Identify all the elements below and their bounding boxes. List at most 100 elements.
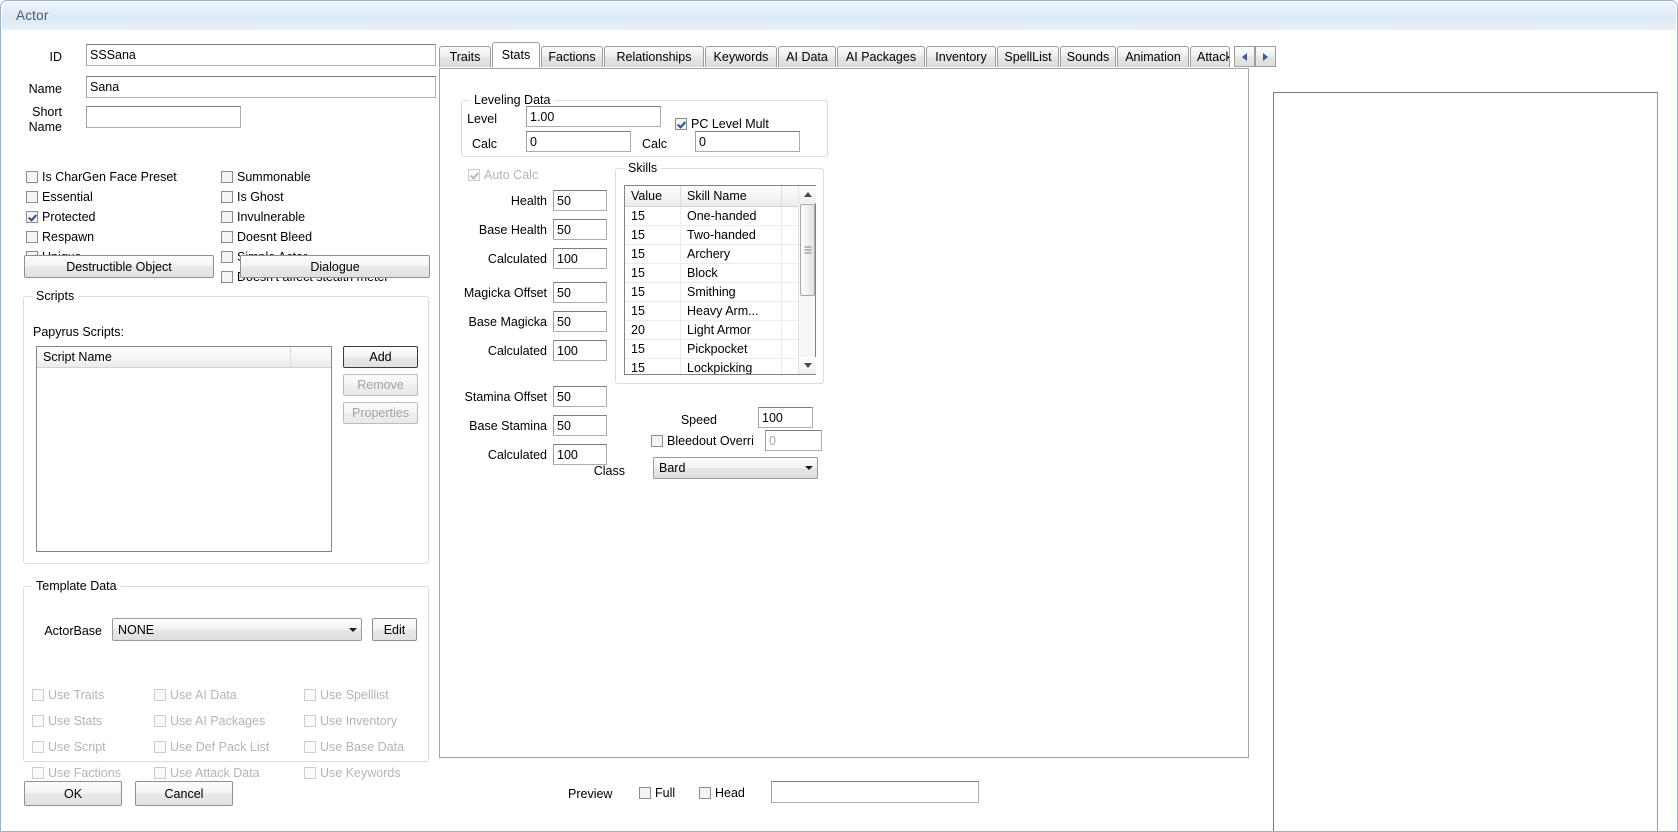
pc-level-mult-checkbox[interactable]: PC Level Mult [675,117,769,131]
skills-row[interactable]: 15 Archery [625,245,815,264]
template-use-spelllist-label: Use Spelllist [320,688,389,702]
tab-ai-packages[interactable]: AI Packages [837,46,925,67]
flag-invulnerable[interactable]: Invulnerable [221,210,305,224]
skills-row[interactable]: 15 One-handed [625,207,815,226]
preview-head-checkbox[interactable]: Head [699,786,745,800]
skills-list[interactable]: Value Skill Name 15 One-handed 15 Two-hande… [624,185,816,375]
flag-is-chargen-face-preset[interactable]: Is CharGen Face Preset [26,170,177,184]
flag-protected[interactable]: Protected [26,210,96,224]
skills-row[interactable]: 15 Lockpicking [625,359,815,374]
scroll-up-arrow-icon[interactable] [799,186,816,203]
preview-label: Preview [568,787,613,801]
flag-is-ghost[interactable]: Is Ghost [221,190,284,204]
tab-factions[interactable]: Factions [541,46,603,67]
preview-full-checkbox[interactable]: Full [639,786,675,800]
tab-attack-data[interactable]: Attack Data [1190,46,1230,67]
flag-summonable[interactable]: Summonable [221,170,311,184]
skills-column-skill-name: Skill Name [681,186,782,206]
tab-scroll-right-button[interactable] [1255,46,1276,67]
checkbox-box [221,231,233,243]
template-use-inventory: Use Inventory [304,714,397,728]
short-name-input[interactable] [86,106,241,128]
preview-name-input[interactable] [771,781,979,803]
flag-essential[interactable]: Essential [26,190,93,204]
tab-keywords[interactable]: Keywords [705,46,777,67]
template-use-spelllist: Use Spelllist [304,688,389,702]
stat-input-base-health-1[interactable] [553,219,607,240]
stat-input-base-stamina-7[interactable] [553,415,607,436]
stat-input-health-0[interactable] [553,190,607,211]
cancel-button[interactable]: Cancel [135,781,233,806]
preview-full-label: Full [655,786,676,800]
stat-input-base-magicka-4[interactable] [553,311,607,332]
tab-ai-data[interactable]: AI Data [778,46,836,67]
template-use-keywords: Use Keywords [304,766,401,780]
skills-row[interactable]: 15 Pickpocket [625,340,815,359]
checkbox-box [221,251,233,263]
checkbox-box [221,271,233,283]
checkbox-box [26,191,38,203]
skills-row[interactable]: 15 Heavy Arm... [625,302,815,321]
scripts-list[interactable]: Script Name [36,346,332,552]
tab-label: Attack Data [1197,50,1229,64]
class-select[interactable]: Bard [653,457,818,479]
checkbox-box [154,689,166,701]
level-input[interactable] [526,106,661,127]
skills-scrollbar[interactable] [798,186,816,374]
scrollbar-thumb[interactable] [800,204,815,296]
tab-label: Keywords [713,50,769,64]
add-script-button[interactable]: Add [343,346,418,368]
skills-row[interactable]: 20 Light Armor [625,321,815,340]
skills-column-value: Value [625,186,681,206]
tab-scroll-left-button[interactable] [1234,46,1255,67]
bleedout-override-label: Bleedout Overri [667,434,754,448]
id-input[interactable] [86,44,436,66]
stat-label-stamina-offset-6: Stamina Offset [464,390,547,404]
ok-button[interactable]: OK [24,781,122,806]
scroll-down-arrow-icon[interactable] [799,357,816,374]
id-label: ID [49,50,63,64]
flag-doesnt-bleed[interactable]: Doesnt Bleed [221,230,312,244]
mult-calc-input[interactable] [695,131,800,152]
window-title: Actor [16,8,49,23]
destructible-object-button[interactable]: Destructible Object [24,255,214,278]
tab-traits[interactable]: Traits [439,46,491,67]
checkbox-box [32,689,44,701]
skills-row[interactable]: 15 Block [625,264,815,283]
flag-doesnt-bleed-label: Doesnt Bleed [237,230,313,244]
skills-row[interactable]: 15 Smithing [625,283,815,302]
stat-input-calculated-2[interactable] [553,248,607,269]
tab-spelllist[interactable]: SpellList [997,46,1059,67]
skill-value: 15 [625,264,681,282]
stat-input-calculated-8[interactable] [553,444,607,465]
speed-input[interactable] [758,407,813,428]
tab-sounds[interactable]: Sounds [1060,46,1116,67]
tab-inventory[interactable]: Inventory [926,46,996,67]
skill-value: 15 [625,207,681,225]
template-use-script-label: Use Script [48,740,106,754]
dialogue-button[interactable]: Dialogue [240,255,430,278]
tab-animation[interactable]: Animation [1117,46,1189,67]
bleedout-override-checkbox[interactable]: Bleedout Overri [651,434,754,448]
tab-relationships[interactable]: Relationships [604,46,704,67]
tab-stats[interactable]: Stats [492,42,540,68]
name-input[interactable] [86,76,436,98]
skills-row[interactable]: 15 Two-handed [625,226,815,245]
template-use-factions: Use Factions [32,766,121,780]
short-name-label-line1: Short [32,105,62,119]
stat-label-calculated-5: Calculated [487,344,547,358]
render-preview-pane[interactable] [1273,92,1658,831]
template-use-inventory-label: Use Inventory [320,714,398,728]
flag-respawn[interactable]: Respawn [26,230,94,244]
skill-name: Smithing [681,283,782,301]
stat-input-calculated-5[interactable] [553,340,607,361]
actorbase-select[interactable]: NONE [112,618,362,641]
stat-input-magicka-offset-3[interactable] [553,282,607,303]
checkbox-box [32,741,44,753]
tab-strip: Traits Stats Factions Relationships Keywords… [439,42,1276,70]
tab-label: Inventory [935,50,987,64]
template-data-group: Template Data [23,579,429,762]
stat-input-stamina-offset-6[interactable] [553,386,607,407]
stat-label-calculated-8: Calculated [487,448,547,462]
actorbase-edit-button[interactable]: Edit [372,618,417,641]
